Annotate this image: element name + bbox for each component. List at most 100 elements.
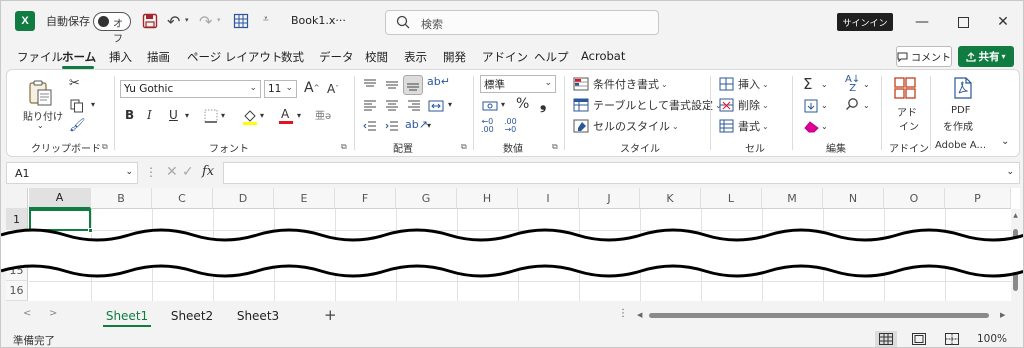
- borders-dropdown-icon[interactable]: ▾: [221, 111, 225, 120]
- cancel-entry-icon[interactable]: ✕: [166, 164, 178, 180]
- font-color-icon[interactable]: A: [277, 105, 295, 125]
- sort-filter-dropdown-icon[interactable]: ⌄: [863, 80, 870, 89]
- maximize-icon[interactable]: [949, 9, 977, 35]
- sheet-tab-3[interactable]: Sheet3: [230, 306, 286, 326]
- accounting-format-icon[interactable]: [481, 97, 499, 115]
- zoom-level[interactable]: 100%: [977, 333, 1007, 345]
- column-header-c[interactable]: C: [152, 188, 213, 209]
- percent-button[interactable]: %: [516, 96, 529, 112]
- tab-split-handle-icon[interactable]: ⋮: [618, 308, 628, 319]
- redo-dropdown-icon[interactable]: ▾: [217, 16, 221, 24]
- close-icon[interactable]: ✕: [989, 9, 1017, 35]
- column-header-b[interactable]: B: [91, 188, 152, 209]
- column-header-j[interactable]: J: [579, 188, 640, 209]
- borders-icon[interactable]: [203, 108, 219, 124]
- minimize-icon[interactable]: —: [908, 9, 936, 35]
- wrap-text-icon[interactable]: ab↵: [427, 75, 450, 88]
- tab-draw[interactable]: 描画: [147, 49, 170, 65]
- delete-cells-button[interactable]: 削除 ⌄: [719, 97, 769, 113]
- tab-file[interactable]: ファイル: [17, 49, 63, 65]
- column-header-g[interactable]: G: [396, 188, 457, 209]
- copy-icon[interactable]: [69, 98, 85, 114]
- customize-qat-icon[interactable]: ⩡: [263, 14, 269, 25]
- tab-addins[interactable]: アドイン: [482, 49, 528, 65]
- clear-icon[interactable]: [803, 119, 819, 135]
- align-middle-icon[interactable]: [383, 76, 401, 94]
- tab-help[interactable]: ヘルプ: [534, 49, 569, 65]
- tab-home[interactable]: ホーム: [62, 49, 96, 65]
- orientation-dropdown-icon[interactable]: ▾: [427, 121, 431, 130]
- align-center-icon[interactable]: [383, 97, 401, 115]
- tab-formulas[interactable]: 数式: [281, 49, 304, 65]
- underline-dropdown-icon[interactable]: ▾: [185, 111, 189, 120]
- tab-insert[interactable]: 挿入: [109, 49, 132, 65]
- column-header-d[interactable]: D: [213, 188, 274, 209]
- format-painter-icon[interactable]: 🖌: [69, 118, 86, 133]
- column-header-o[interactable]: O: [884, 188, 945, 209]
- align-right-icon[interactable]: [405, 97, 423, 115]
- bold-button[interactable]: B: [125, 108, 134, 122]
- sort-filter-icon[interactable]: A↓ Z: [845, 75, 860, 94]
- create-pdf-label-line2[interactable]: を作成: [943, 118, 973, 133]
- clipboard-launcher-icon[interactable]: ⧉: [102, 142, 108, 152]
- cut-icon[interactable]: ✂: [69, 76, 80, 91]
- conditional-formatting-button[interactable]: 条件付き書式 ⌄: [573, 76, 668, 92]
- font-name-select[interactable]: Yu Gothic ⌄: [120, 80, 261, 98]
- previous-sheet-icon[interactable]: <: [23, 308, 31, 319]
- sheet-tab-2[interactable]: Sheet2: [164, 306, 220, 326]
- insert-function-button[interactable]: fx: [202, 164, 214, 179]
- file-name[interactable]: Book1.x···: [291, 14, 346, 27]
- column-header-h[interactable]: H: [457, 188, 518, 209]
- font-color-dropdown-icon[interactable]: ▾: [297, 111, 301, 120]
- align-top-icon[interactable]: [361, 76, 379, 94]
- find-select-icon[interactable]: [845, 97, 859, 111]
- undo-dropdown-icon[interactable]: ▾: [185, 16, 189, 24]
- collapse-ribbon-icon[interactable]: ⌄: [1001, 136, 1009, 147]
- page-layout-view-icon[interactable]: [908, 331, 930, 347]
- insert-cells-button[interactable]: 挿入 ⌄: [719, 76, 769, 92]
- font-size-select[interactable]: 11 ⌄: [264, 80, 297, 98]
- paste-icon[interactable]: [25, 78, 55, 108]
- increase-indent-icon[interactable]: [383, 118, 401, 136]
- font-launcher-icon[interactable]: ⧉: [341, 142, 347, 152]
- expand-formula-bar-icon[interactable]: ⌄: [1006, 167, 1014, 177]
- phonetic-guide-icon[interactable]: 亜ǝ: [315, 107, 331, 122]
- normal-view-icon[interactable]: [875, 331, 897, 347]
- column-header-l[interactable]: L: [701, 188, 762, 209]
- grow-font-icon[interactable]: A ^: [304, 80, 319, 96]
- cell-styles-button[interactable]: セルのスタイル ⌄: [573, 118, 679, 134]
- autosave-toggle[interactable]: オフ: [93, 12, 131, 45]
- clear-dropdown-icon[interactable]: ⌄: [821, 122, 828, 131]
- redo-icon[interactable]: ↷: [199, 12, 212, 31]
- horizontal-scrollbar[interactable]: ◀ ▶: [637, 310, 1009, 321]
- alignment-launcher-icon[interactable]: ⧉: [461, 142, 467, 152]
- number-format-select[interactable]: 標準 ⌄: [480, 75, 556, 93]
- column-header-m[interactable]: M: [762, 188, 823, 209]
- italic-button[interactable]: I: [147, 108, 152, 122]
- create-pdf-icon[interactable]: [952, 76, 974, 100]
- name-box[interactable]: A1 ⌄: [6, 162, 138, 184]
- find-select-dropdown-icon[interactable]: ⌄: [863, 101, 870, 110]
- tab-review[interactable]: 校閲: [365, 49, 388, 65]
- tab-developer[interactable]: 開発: [443, 49, 466, 65]
- sheet-tab-1[interactable]: Sheet1: [99, 306, 155, 327]
- horizontal-scroll-thumb[interactable]: [649, 313, 989, 318]
- create-pdf-label-line1[interactable]: PDF: [951, 105, 970, 116]
- scroll-left-icon[interactable]: ◀: [637, 311, 642, 319]
- column-header-f[interactable]: F: [335, 188, 396, 209]
- comment-button[interactable]: コメント: [896, 46, 952, 67]
- tab-page-layout[interactable]: ページ レイアウト: [187, 49, 282, 65]
- tab-acrobat[interactable]: Acrobat: [581, 49, 625, 63]
- column-header-e[interactable]: E: [274, 188, 335, 209]
- select-all-corner[interactable]: [6, 188, 28, 209]
- tab-view[interactable]: 表示: [404, 49, 427, 65]
- share-button[interactable]: 共有 ▾: [958, 46, 1014, 67]
- scroll-up-icon[interactable]: ▲: [1011, 212, 1020, 219]
- decrease-decimal-icon[interactable]: .00 →0: [504, 118, 517, 134]
- row-header-16[interactable]: 16: [6, 281, 28, 301]
- paste-dropdown-icon[interactable]: ⌄: [37, 121, 44, 130]
- addins-label-line1[interactable]: アド: [897, 104, 917, 119]
- comma-style-button[interactable]: ❟: [540, 94, 546, 114]
- tab-data[interactable]: データ: [319, 49, 354, 65]
- formula-input[interactable]: ⌄: [223, 162, 1020, 184]
